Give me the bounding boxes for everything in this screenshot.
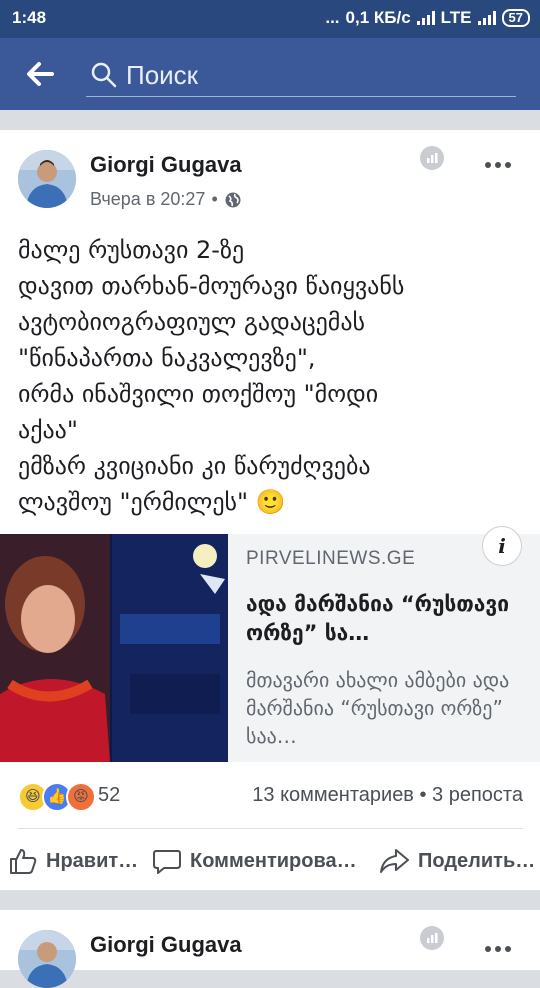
comment-button[interactable]: Комментирова… bbox=[152, 846, 357, 876]
share-label: Поделить… bbox=[418, 849, 536, 872]
info-icon[interactable]: i bbox=[482, 526, 522, 566]
link-preview-card[interactable]: PIRVELINEWS.GE ადა მარშანია “რუსთავი ორზ… bbox=[0, 526, 540, 762]
status-time: 1:48 bbox=[12, 8, 47, 27]
network-type: LTE bbox=[440, 8, 472, 27]
battery-indicator: 57 bbox=[501, 9, 530, 27]
arrow-left-icon bbox=[27, 62, 54, 86]
post-meta: Вчера в 20:27 • bbox=[90, 189, 242, 210]
signal-icon-2 bbox=[477, 11, 496, 25]
meta-separator: • bbox=[211, 189, 218, 209]
insights-button-next[interactable] bbox=[420, 926, 444, 950]
back-button[interactable] bbox=[22, 56, 58, 92]
signal-icon bbox=[416, 11, 435, 25]
network-speed: 0,1 КБ/с bbox=[345, 8, 411, 27]
insights-button[interactable] bbox=[420, 146, 444, 170]
globe-icon bbox=[225, 192, 241, 207]
post-stats: 😆 👍 😡 52 13 комментариев • 3 репоста bbox=[18, 780, 523, 812]
comment-label: Комментирова… bbox=[190, 849, 357, 872]
reaction-count[interactable]: 52 bbox=[98, 784, 120, 807]
search-input[interactable]: Поиск bbox=[86, 56, 516, 97]
like-button[interactable]: Нравит… bbox=[8, 846, 138, 876]
avatar[interactable] bbox=[18, 150, 76, 208]
more-options-button[interactable] bbox=[484, 150, 512, 170]
status-bar: 1:48 ... 0,1 КБ/с LTE 57 bbox=[0, 0, 540, 38]
post-actions: Нравит… Комментирова… Поделить… bbox=[0, 836, 540, 886]
angry-reaction-icon: 😡 bbox=[66, 782, 96, 812]
feed-post-next: Giorgi Gugava bbox=[0, 910, 540, 988]
status-right: ... 0,1 КБ/с LTE 57 bbox=[325, 8, 530, 28]
divider bbox=[18, 828, 523, 829]
more-options-button-next[interactable] bbox=[484, 934, 512, 954]
search-placeholder: Поиск bbox=[126, 60, 199, 90]
comments-shares-count[interactable]: 13 комментариев • 3 репоста bbox=[252, 784, 523, 807]
feed-post: Giorgi Gugava Вчера в 20:27 • მალე რუსთა… bbox=[0, 130, 540, 890]
share-button[interactable]: Поделить… bbox=[378, 846, 535, 876]
post-author[interactable]: Giorgi Gugava bbox=[90, 152, 242, 178]
like-label: Нравит… bbox=[46, 849, 139, 872]
link-description: მთავარი ახალი ამბები ადა მარშანია “რუსთა… bbox=[246, 668, 510, 748]
search-header: Поиск bbox=[0, 38, 540, 110]
link-thumbnail[interactable] bbox=[0, 534, 228, 762]
search-icon bbox=[91, 62, 117, 88]
more-icon bbox=[485, 946, 511, 952]
post-timestamp[interactable]: Вчера в 20:27 bbox=[90, 189, 205, 210]
link-title[interactable]: ადა მარშანია “რუსთავი ორზე” სა… bbox=[246, 590, 526, 648]
more-icon bbox=[485, 162, 511, 168]
thumbs-up-icon bbox=[10, 849, 37, 874]
post-body-text: მალე რუსთავი 2-ზე დავით თარხან-მოურავი წ… bbox=[18, 236, 405, 516]
bar-chart-icon bbox=[427, 933, 438, 943]
avatar-next[interactable] bbox=[18, 930, 76, 988]
share-icon bbox=[380, 849, 409, 873]
post-author-next[interactable]: Giorgi Gugava bbox=[90, 932, 242, 958]
link-domain: PIRVELINEWS.GE bbox=[246, 548, 416, 569]
reaction-icons[interactable]: 😆 👍 😡 bbox=[18, 782, 96, 812]
bar-chart-icon bbox=[427, 153, 438, 163]
notification-dots: ... bbox=[325, 8, 340, 27]
comment-icon bbox=[153, 850, 181, 874]
